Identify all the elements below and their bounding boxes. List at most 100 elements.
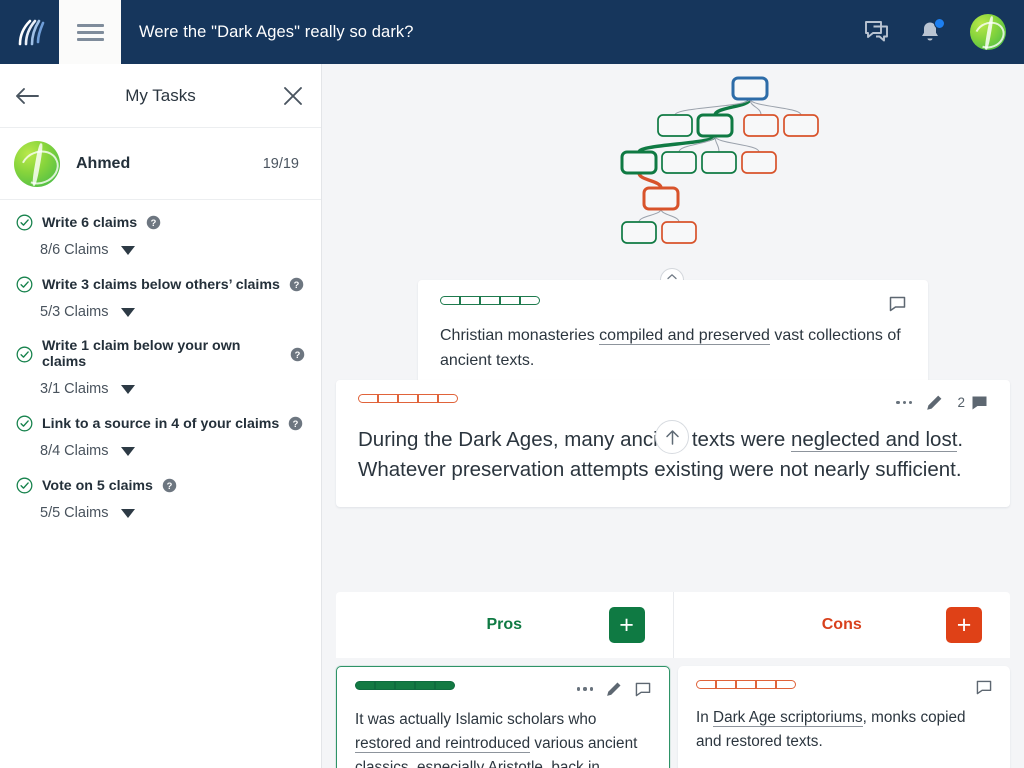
con-source-link[interactable]: Dark Age scriptoriums <box>713 709 863 727</box>
comment-button[interactable] <box>976 680 992 695</box>
vote-bar[interactable] <box>358 394 458 403</box>
comment-button[interactable] <box>635 682 651 697</box>
task-progress-toggle[interactable]: 8/6 Claims <box>40 242 305 258</box>
task-progress-toggle[interactable]: 5/5 Claims <box>40 505 305 521</box>
help-circle-icon[interactable]: ? <box>288 416 303 431</box>
tree-node[interactable] <box>742 152 776 173</box>
avatar[interactable] <box>970 14 1006 50</box>
tree-link <box>750 99 801 115</box>
main-content: Christian monasteries compiled and prese… <box>322 64 1024 768</box>
topbar-actions <box>864 14 1024 50</box>
con-card-header <box>696 680 992 695</box>
comment-button[interactable] <box>971 395 988 411</box>
chevron-down-icon <box>121 308 135 317</box>
chat-button[interactable] <box>864 20 890 44</box>
my-tasks-sidebar: My Tasks Ahmed 19/19 Write 6 claims?8/6 … <box>0 64 322 768</box>
argument-tree-minimap[interactable] <box>322 70 1024 250</box>
task-item[interactable]: Write 1 claim below your own claims? 3/1 … <box>0 324 321 401</box>
check-circle-icon <box>16 346 33 363</box>
task-progress-toggle[interactable]: 3/1 Claims <box>40 381 305 397</box>
task-head: Write 3 claims below others’ claims? <box>16 276 305 293</box>
parent-claim-source-link[interactable]: compiled and preserved <box>599 327 770 345</box>
con-card-text: In Dark Age scriptoriums, monks copied a… <box>696 706 992 754</box>
vote-bar[interactable] <box>696 680 796 689</box>
app-logo[interactable] <box>0 0 59 64</box>
pro-card[interactable]: It was actually Islamic scholars who res… <box>336 666 670 768</box>
tree-node[interactable] <box>658 115 692 136</box>
task-item[interactable]: Link to a source in 4 of your claims? 8/4… <box>0 401 321 463</box>
pro-card-header <box>355 681 651 697</box>
tree-link <box>661 209 679 222</box>
hamburger-menu-button[interactable] <box>59 0 121 64</box>
help-circle-icon[interactable]: ? <box>290 347 305 362</box>
back-button[interactable] <box>14 86 40 106</box>
help-circle-icon[interactable]: ? <box>162 478 177 493</box>
task-item[interactable]: Write 6 claims?8/6 Claims <box>0 200 321 262</box>
sidebar-title: My Tasks <box>0 86 321 106</box>
task-item[interactable]: Vote on 5 claims? 5/5 Claims <box>0 463 321 525</box>
edit-claim-button[interactable] <box>606 681 622 697</box>
con-card-actions <box>976 680 992 695</box>
pro-source-link[interactable]: restored and reintroduced <box>355 735 530 753</box>
help-circle-icon[interactable]: ? <box>146 215 161 230</box>
tree-node[interactable] <box>784 115 818 136</box>
pros-cons-body: It was actually Islamic scholars who res… <box>336 658 1010 768</box>
claim-source-link[interactable]: neglected and lost <box>791 428 957 452</box>
chevron-down-icon <box>121 509 135 518</box>
arrow-up-icon <box>664 428 681 446</box>
task-head: Vote on 5 claims? <box>16 477 305 494</box>
svg-text:?: ? <box>293 419 299 429</box>
close-sidebar-button[interactable] <box>283 86 303 106</box>
chevron-down-icon <box>121 447 135 456</box>
svg-text:?: ? <box>295 349 301 359</box>
vote-bar[interactable] <box>355 681 455 690</box>
check-circle-icon <box>16 477 33 494</box>
comment-button[interactable] <box>889 296 906 312</box>
tree-node[interactable] <box>622 222 656 243</box>
check-circle-icon <box>16 214 33 231</box>
task-count: 8/6 Claims <box>40 242 109 258</box>
tree-link <box>639 209 661 222</box>
task-head: Write 1 claim below your own claims? <box>16 338 305 370</box>
edit-claim-button[interactable] <box>926 394 943 411</box>
notifications-button[interactable] <box>918 20 942 45</box>
task-count: 5/3 Claims <box>40 304 109 320</box>
sidebar-user-row[interactable]: Ahmed 19/19 <box>0 128 321 200</box>
tree-node[interactable] <box>733 78 767 99</box>
tree-node[interactable] <box>644 188 678 209</box>
add-con-button[interactable]: + <box>946 607 982 643</box>
task-item[interactable]: Write 3 claims below others’ claims? 5/3 … <box>0 262 321 324</box>
task-progress-toggle[interactable]: 5/3 Claims <box>40 304 305 320</box>
parent-claim-actions <box>889 296 906 312</box>
task-label: Vote on 5 claims <box>42 478 153 494</box>
svg-text:?: ? <box>151 218 157 228</box>
tree-node[interactable] <box>622 152 656 173</box>
user-name: Ahmed <box>76 155 130 173</box>
tree-link <box>639 173 661 188</box>
task-progress-toggle[interactable]: 8/4 Claims <box>40 443 305 459</box>
pro-card-actions <box>577 681 651 697</box>
tree-node[interactable] <box>662 152 696 173</box>
svg-text:?: ? <box>167 481 173 491</box>
con-card[interactable]: In Dark Age scriptoriums, monks copied a… <box>678 666 1010 768</box>
tree-node[interactable] <box>662 222 696 243</box>
parent-claim-text: Christian monasteries compiled and prese… <box>440 324 906 374</box>
more-options-button[interactable] <box>577 687 593 690</box>
help-circle-icon[interactable]: ? <box>289 277 304 292</box>
check-circle-icon <box>16 276 33 293</box>
add-pro-button[interactable]: + <box>609 607 645 643</box>
parent-claim-card[interactable]: Christian monasteries compiled and prese… <box>418 280 928 394</box>
tree-node[interactable] <box>698 115 732 136</box>
task-count: 5/5 Claims <box>40 505 109 521</box>
go-to-parent-button[interactable] <box>655 420 689 454</box>
more-options-button[interactable] <box>896 401 912 404</box>
focused-claim-header: 2 <box>358 394 988 411</box>
tree-link <box>639 136 715 152</box>
task-label: Link to a source in 4 of your claims <box>42 416 279 432</box>
tree-node[interactable] <box>702 152 736 173</box>
tree-nodes <box>622 78 818 243</box>
task-list: Write 6 claims?8/6 ClaimsWrite 3 claims … <box>0 200 321 525</box>
vote-bar[interactable] <box>440 296 540 305</box>
tree-node[interactable] <box>744 115 778 136</box>
task-head: Link to a source in 4 of your claims? <box>16 415 305 432</box>
